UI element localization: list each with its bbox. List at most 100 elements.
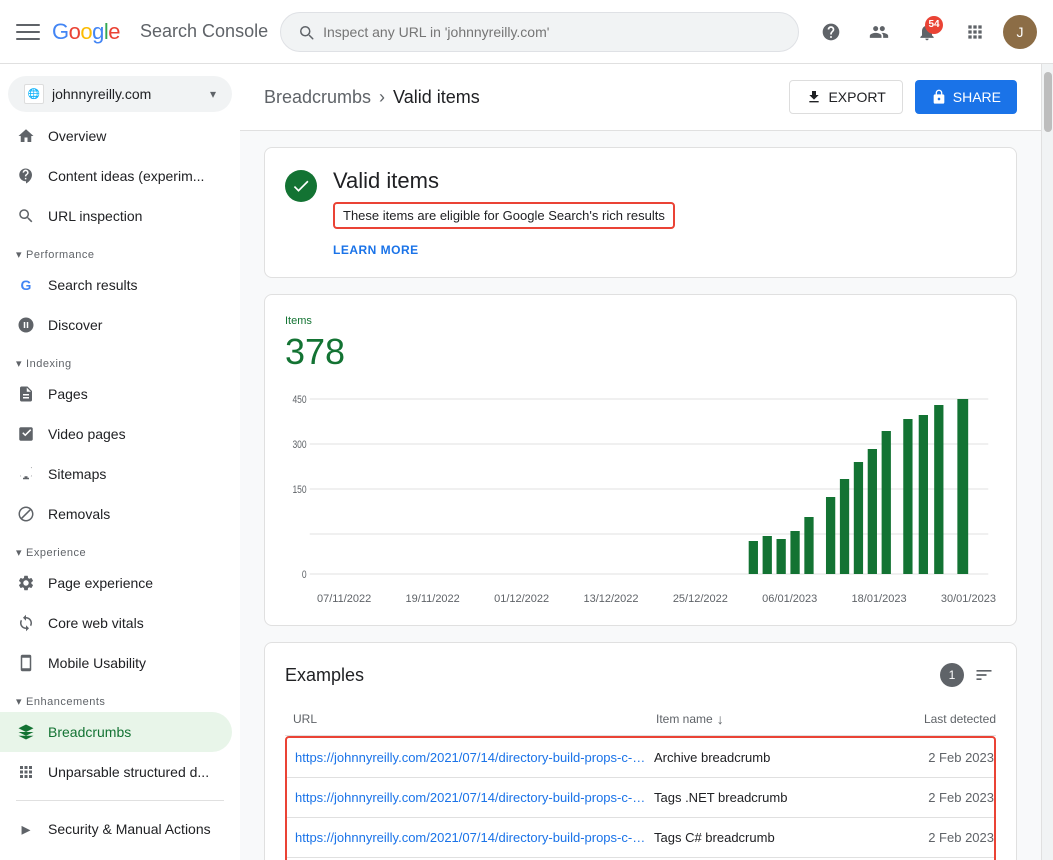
help-button[interactable] [811,12,851,52]
notifications-button[interactable]: 54 [907,12,947,52]
row-url[interactable]: https://johnnyreilly.com/2021/07/14/dire… [287,830,654,845]
menu-icon[interactable] [16,20,40,44]
examples-count-badge: 1 [940,663,964,687]
table-row: https://johnnyreilly.com/2021/07/14/dire… [287,818,994,858]
row-item-name: Archive breadcrumb [654,750,874,765]
sidebar-item-label: URL inspection [48,208,216,224]
people-button[interactable] [859,12,899,52]
table-row: https://johnnyreilly.com/2021/07/14/dire… [287,738,994,778]
sidebar-item-video-pages[interactable]: Video pages [0,414,232,454]
sidebar-item-legacy[interactable]: ▸ Legacy tools and reports [0,849,232,860]
svg-text:150: 150 [292,484,307,496]
sidebar-item-mobile-usability[interactable]: Mobile Usability [0,643,232,683]
sidebar-item-page-experience[interactable]: Page experience [0,563,232,603]
content-header: Breadcrumbs › Valid items EXPORT SHARE [240,64,1041,131]
sidebar-item-url-inspection[interactable]: URL inspection [0,196,232,236]
search-input[interactable] [323,24,782,40]
avatar[interactable]: J [1003,15,1037,49]
scrollbar[interactable] [1041,64,1053,860]
sidebar-item-label: Video pages [48,426,216,442]
sidebar-item-discover[interactable]: Discover [0,305,232,345]
sidebar-item-sitemaps[interactable]: Sitemaps [0,454,232,494]
table-row: https://johnnyreilly.com/2021/07/14/dire… [287,778,994,818]
filter-icon[interactable] [972,663,996,687]
property-selector[interactable]: 🌐 johnnyreilly.com ▾ [8,76,232,112]
sidebar-item-label: Mobile Usability [48,655,216,671]
row-last-detected: 2 Feb 2023 [874,790,994,805]
sidebar-item-pages[interactable]: Pages [0,374,232,414]
property-name: johnnyreilly.com [52,86,202,102]
chevron-down-icon: ▾ [16,248,22,261]
sidebar-item-breadcrumbs[interactable]: Breadcrumbs [0,712,232,752]
examples-header: Examples 1 [285,663,996,687]
download-icon [806,89,822,105]
examples-table: https://johnnyreilly.com/2021/07/14/dire… [285,736,996,860]
sort-arrow-icon: ↓ [717,711,724,727]
page-experience-icon [16,573,36,593]
chevron-down-icon: ▾ [210,87,216,101]
row-last-detected: 2 Feb 2023 [874,830,994,845]
sidebar-item-overview[interactable]: Overview [0,116,232,156]
sitemaps-icon [16,464,36,484]
sidebar: 🌐 johnnyreilly.com ▾ Overview Content id… [0,64,240,860]
breadcrumb-parent[interactable]: Breadcrumbs [264,87,371,108]
lock-icon [931,89,947,105]
sidebar-item-label: Content ideas (experim... [48,168,216,184]
col-last-detected-header: Last detected [876,712,996,726]
col-url-header: URL [285,712,656,726]
sidebar-item-removals[interactable]: Removals [0,494,232,534]
topbar: Google Search Console 54 [0,0,1053,64]
row-url[interactable]: https://johnnyreilly.com/2021/07/14/dire… [287,790,654,805]
chevron-right-icon: ▸ [16,819,36,839]
search-bar[interactable] [280,12,799,52]
breadcrumb-separator: › [379,87,385,108]
chevron-down-icon: ▾ [16,357,22,370]
sidebar-item-label: Sitemaps [48,466,216,482]
export-button[interactable]: EXPORT [789,80,902,114]
chart-svg: 450 300 150 0 [285,389,996,589]
sidebar-item-security[interactable]: ▸ Security & Manual Actions [0,809,232,849]
checkmark-icon [291,176,311,196]
table-header: URL Item name ↓ Last detected [285,703,996,736]
valid-check-icon [285,170,317,202]
row-item-name: Tags .NET breadcrumb [654,790,874,805]
apps-button[interactable] [955,12,995,52]
chevron-down-icon: ▾ [16,546,22,559]
content-ideas-icon [16,166,36,186]
sidebar-item-label: Security & Manual Actions [48,821,216,837]
row-last-detected: 2 Feb 2023 [874,750,994,765]
chart-label: Items [285,315,996,327]
row-url[interactable]: https://johnnyreilly.com/2021/07/14/dire… [287,750,654,765]
valid-items-card: Valid items These items are eligible for… [264,147,1017,278]
chart-x-labels: 07/11/2022 19/11/2022 01/12/2022 13/12/2… [285,593,996,605]
pages-icon [16,384,36,404]
search-results-icon: G [16,275,36,295]
discover-icon [16,315,36,335]
examples-card: Examples 1 URL Item name ↓ Last detected [264,642,1017,860]
sidebar-item-search-results[interactable]: G Search results [0,265,232,305]
learn-more-button[interactable]: LEARN MORE [333,243,419,257]
chevron-down-icon: ▾ [16,695,22,708]
topbar-icons: 54 J [811,12,1037,52]
sidebar-item-label: Removals [48,506,216,522]
sidebar-section-performance: ▾ Performance [0,240,240,265]
examples-title: Examples [285,665,364,686]
content-body: Valid items These items are eligible for… [240,131,1041,860]
breadcrumb: Breadcrumbs › Valid items [264,87,480,108]
sidebar-section-indexing: ▾ Indexing [0,349,240,374]
sidebar-item-unparsable[interactable]: Unparsable structured d... [0,752,232,792]
sidebar-item-content-ideas[interactable]: Content ideas (experim... [0,156,232,196]
svg-text:0: 0 [302,569,307,581]
sidebar-divider [16,800,224,801]
help-icon [821,22,841,42]
share-button[interactable]: SHARE [915,80,1017,114]
logo-text: Google [52,19,120,45]
unparsable-icon [16,762,36,782]
google-logo: Google [52,19,120,45]
property-icon: 🌐 [24,84,44,104]
sidebar-item-label: Core web vitals [48,615,216,631]
sidebar-item-core-web-vitals[interactable]: Core web vitals [0,603,232,643]
valid-items-subtitle: These items are eligible for Google Sear… [333,202,675,229]
col-item-name-header[interactable]: Item name ↓ [656,711,876,727]
removals-icon [16,504,36,524]
